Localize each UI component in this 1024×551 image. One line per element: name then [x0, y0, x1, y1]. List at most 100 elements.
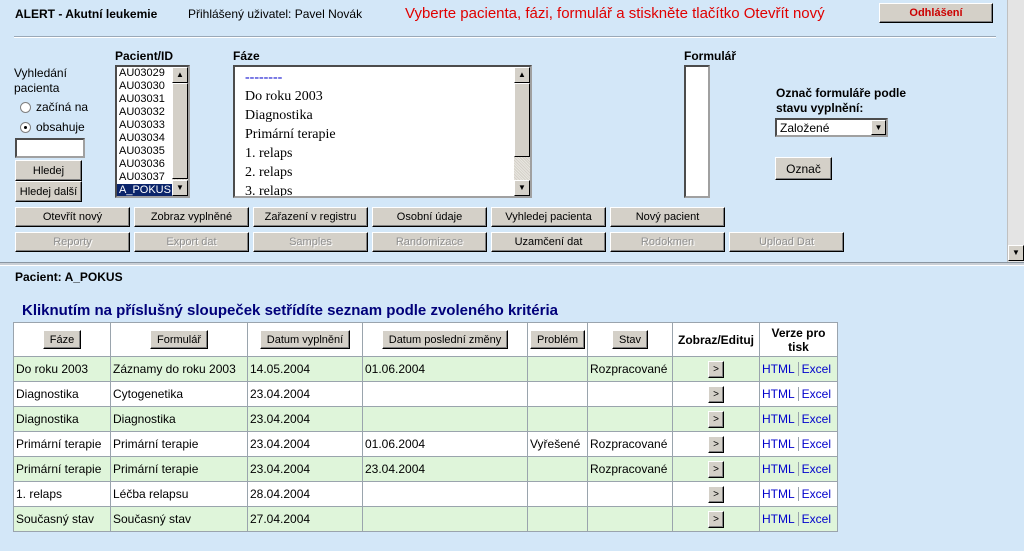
html-link[interactable]: HTML	[762, 462, 795, 476]
logout-button[interactable]: Odhlášení	[879, 3, 993, 23]
action-button-row1-0[interactable]: Otevřít nový	[15, 207, 130, 227]
scroll-thumb[interactable]	[514, 83, 530, 157]
patient-list-item[interactable]: AU03032	[117, 106, 172, 119]
header-divider	[14, 36, 996, 38]
link-separator	[797, 462, 799, 476]
html-link[interactable]: HTML	[762, 362, 795, 376]
sort-problem-button[interactable]: Problém	[530, 330, 585, 349]
find-next-button[interactable]: Hledej další	[15, 181, 82, 202]
page-scrollbar[interactable]: ▼	[1007, 0, 1024, 262]
html-link[interactable]: HTML	[762, 437, 795, 451]
action-button-row2-5[interactable]: Rodokmen	[610, 232, 725, 252]
excel-link[interactable]: Excel	[802, 362, 831, 376]
excel-link[interactable]: Excel	[802, 437, 831, 451]
patient-list-item[interactable]: AU03029	[117, 67, 172, 80]
formular-list[interactable]	[684, 65, 710, 198]
cell-problem	[527, 356, 588, 382]
open-form-button[interactable]: >	[708, 360, 724, 378]
patient-list-item[interactable]: AU03034	[117, 132, 172, 145]
table-row: Diagnostika Cytogenetika 23.04.2004 > HTML Ex…	[13, 381, 838, 407]
cell-faze: 1. relaps	[13, 481, 111, 507]
col-faze: Fáze	[13, 322, 111, 357]
faze-scrollbar[interactable]: ▲ ▼	[514, 67, 530, 196]
open-form-button[interactable]: >	[708, 435, 724, 453]
search-input[interactable]	[15, 138, 85, 158]
html-link[interactable]: HTML	[762, 387, 795, 401]
faze-list-item[interactable]: Primární terapie	[235, 125, 514, 144]
forms-table: Fáze Formulář Datum vyplnění Datum posle…	[13, 322, 838, 532]
patient-list-item[interactable]: AU03031	[117, 93, 172, 106]
find-button[interactable]: Hledej	[15, 160, 82, 181]
excel-link[interactable]: Excel	[802, 512, 831, 526]
chevron-down-icon[interactable]: ▼	[871, 120, 886, 135]
excel-link[interactable]: Excel	[802, 387, 831, 401]
mark-select[interactable]: Založené ▼	[775, 118, 888, 137]
sort-faze-button[interactable]: Fáze	[42, 330, 82, 349]
excel-link[interactable]: Excel	[802, 412, 831, 426]
open-form-button[interactable]: >	[708, 510, 724, 528]
col-datum-zmeny: Datum poslední změny	[362, 322, 528, 357]
patient-list-item[interactable]: AU03037	[117, 171, 172, 184]
open-form-button[interactable]: >	[708, 410, 724, 428]
link-separator	[797, 512, 799, 526]
action-button-row1-2[interactable]: Zařazení v registru	[253, 207, 368, 227]
sort-formular-button[interactable]: Formulář	[149, 330, 208, 349]
action-button-row1-4[interactable]: Vyhledej pacienta	[491, 207, 606, 227]
cell-verze: HTML Excel	[759, 406, 838, 432]
mark-label: Označ formuláře podle stavu vyplnění:	[776, 86, 906, 116]
faze-list-item[interactable]: 2. relaps	[235, 163, 514, 182]
scroll-down-icon[interactable]: ▼	[514, 180, 530, 196]
sort-stav-button[interactable]: Stav	[611, 330, 648, 349]
action-button-row2-6[interactable]: Upload Dat	[729, 232, 844, 252]
patient-list-item[interactable]: AU03035	[117, 145, 172, 158]
patient-list-item[interactable]: AU03030	[117, 80, 172, 93]
faze-list-item[interactable]: Diagnostika	[235, 106, 514, 125]
sort-datum-zmeny-button[interactable]: Datum poslední změny	[381, 330, 509, 349]
excel-link[interactable]: Excel	[802, 487, 831, 501]
open-form-button[interactable]: >	[708, 485, 724, 503]
scroll-down-icon[interactable]: ▼	[172, 180, 188, 196]
radio-starts[interactable]	[20, 101, 31, 113]
cell-datum: 23.04.2004	[247, 381, 363, 407]
patient-list-item[interactable]: AU03033	[117, 119, 172, 132]
radio-starts-row[interactable]: začíná na	[20, 100, 88, 114]
action-button-row2-1[interactable]: Export dat	[134, 232, 249, 252]
excel-link[interactable]: Excel	[802, 462, 831, 476]
patient-list[interactable]: AU03029 AU03030 AU03031 AU03032 AU03033 AU030…	[115, 65, 190, 198]
action-button-row1-3[interactable]: Osobní údaje	[372, 207, 487, 227]
open-form-button[interactable]: >	[708, 460, 724, 478]
cell-datum: 23.04.2004	[247, 456, 363, 482]
open-form-button[interactable]: >	[708, 385, 724, 403]
html-link[interactable]: HTML	[762, 487, 795, 501]
mark-button[interactable]: Označ	[775, 157, 832, 180]
cell-problem	[527, 406, 588, 432]
sort-datum-vyplneni-button[interactable]: Datum vyplnění	[259, 330, 351, 349]
scroll-up-icon[interactable]: ▲	[172, 67, 188, 83]
patient-list-item[interactable]: AU03036	[117, 158, 172, 171]
radio-contains-row[interactable]: obsahuje	[20, 120, 85, 134]
radio-contains[interactable]	[20, 121, 31, 133]
action-button-row2-4[interactable]: Uzamčení dat	[491, 232, 606, 252]
cell-zobraz: >	[672, 356, 760, 382]
faze-list-item[interactable]: --------	[235, 68, 514, 87]
scroll-thumb[interactable]	[172, 83, 188, 179]
html-link[interactable]: HTML	[762, 412, 795, 426]
action-button-row2-0[interactable]: Reporty	[15, 232, 130, 252]
faze-list-item[interactable]: Do roku 2003	[235, 87, 514, 106]
scroll-up-icon[interactable]: ▲	[514, 67, 530, 83]
action-button-row2-3[interactable]: Randomizace	[372, 232, 487, 252]
faze-list-item[interactable]: 3. relaps	[235, 182, 514, 196]
patient-scrollbar[interactable]: ▲ ▼	[172, 67, 188, 196]
html-link[interactable]: HTML	[762, 512, 795, 526]
table-body: Do roku 2003 Záznamy do roku 2003 14.05.20…	[13, 356, 838, 532]
scroll-down-icon[interactable]: ▼	[1008, 245, 1024, 261]
action-button-row2-2[interactable]: Samples	[253, 232, 368, 252]
cell-verze: HTML Excel	[759, 381, 838, 407]
faze-list[interactable]: -------- Do roku 2003 Diagnostika Primární …	[233, 65, 532, 198]
cell-zmena: 01.06.2004	[362, 356, 528, 382]
action-button-row1-5[interactable]: Nový pacient	[610, 207, 725, 227]
patient-list-item[interactable]: A_POKUS	[117, 184, 172, 196]
faze-list-item[interactable]: 1. relaps	[235, 144, 514, 163]
action-button-row1-1[interactable]: Zobraz vyplněné	[134, 207, 249, 227]
table-row: Primární terapie Primární terapie 23.04.20…	[13, 431, 838, 457]
